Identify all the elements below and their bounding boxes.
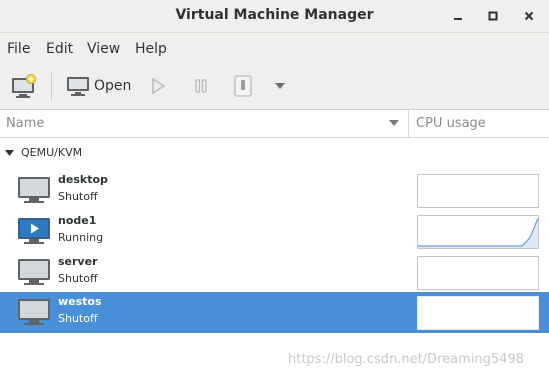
column-divider[interactable] (408, 110, 409, 137)
close-icon[interactable] (521, 8, 537, 24)
table-header: Name CPU usage (0, 110, 549, 138)
sort-down-icon[interactable] (389, 119, 399, 127)
vm-running-icon (18, 218, 50, 244)
toolbar-separator (51, 73, 52, 101)
vm-status: Shutoff (58, 272, 98, 285)
vm-row-server[interactable]: server Shutoff (0, 252, 549, 293)
vm-name: westos (58, 295, 102, 308)
power-icon[interactable] (233, 75, 253, 97)
vm-row-westos[interactable]: westos Shutoff (0, 292, 549, 333)
vm-off-icon (18, 259, 50, 285)
cpu-usage-graph (417, 215, 539, 249)
connection-group-row[interactable]: QEMU/KVM (0, 142, 549, 164)
menu-bar: File Edit View Help (0, 33, 549, 65)
title-bar: Virtual Machine Manager (0, 0, 549, 33)
vm-status: Shutoff (58, 312, 98, 325)
play-icon[interactable] (149, 77, 167, 95)
open-button-label: Open (94, 78, 132, 94)
vm-off-icon (18, 177, 50, 203)
expander-down-icon[interactable] (5, 149, 14, 157)
vm-row-node1[interactable]: node1 Running (0, 211, 549, 252)
menu-view[interactable]: View (87, 41, 120, 57)
cpu-usage-graph (417, 256, 539, 290)
vm-row-desktop[interactable]: desktop Shutoff (0, 170, 549, 211)
pause-icon[interactable] (192, 77, 210, 95)
menu-edit[interactable]: Edit (46, 41, 73, 57)
column-header-cpu-usage[interactable]: CPU usage (416, 116, 486, 131)
window-title: Virtual Machine Manager (175, 7, 374, 23)
vm-name: server (58, 255, 98, 268)
vm-name: node1 (58, 214, 97, 227)
new-vm-icon[interactable] (11, 74, 37, 100)
cpu-usage-area (418, 218, 538, 248)
minimize-icon[interactable] (450, 8, 466, 24)
watermark-text: https://blog.csdn.net/Dreaming5498 (288, 352, 524, 367)
menu-help[interactable]: Help (135, 41, 167, 57)
vm-name: desktop (58, 173, 108, 186)
maximize-icon[interactable] (485, 8, 501, 24)
vm-status: Shutoff (58, 190, 98, 203)
connection-label: QEMU/KVM (21, 146, 83, 159)
toolbar: Open (0, 65, 549, 110)
menu-file[interactable]: File (7, 41, 30, 57)
chevron-down-icon[interactable] (274, 81, 286, 91)
cpu-usage-graph (417, 174, 539, 208)
monitor-icon (67, 77, 89, 96)
vm-off-icon (18, 299, 50, 325)
cpu-usage-graph (417, 296, 539, 330)
vm-status: Running (58, 231, 104, 244)
column-header-name[interactable]: Name (6, 116, 44, 131)
cpu-usage-line (418, 217, 538, 247)
